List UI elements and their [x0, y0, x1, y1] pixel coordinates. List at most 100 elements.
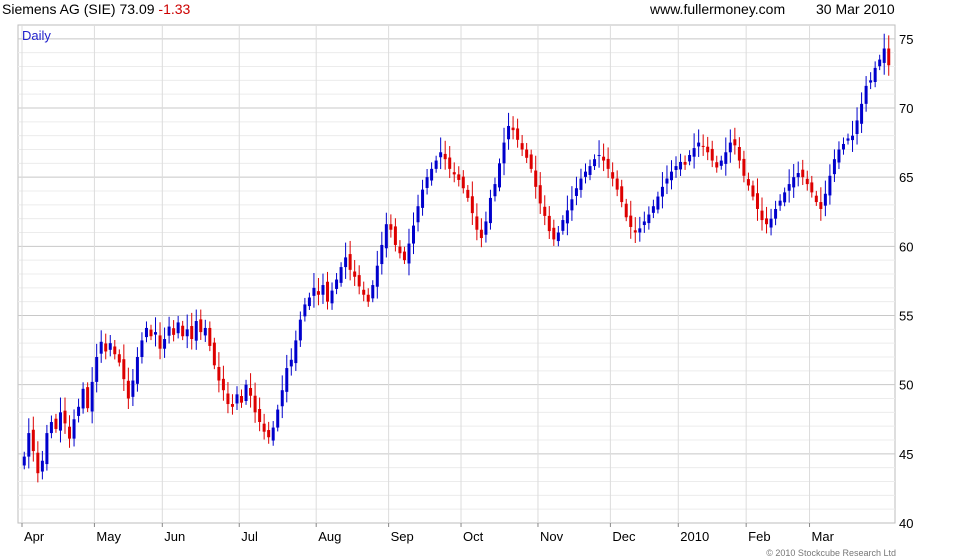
candle-body — [249, 387, 253, 396]
candle-body — [583, 171, 587, 177]
candle-body — [701, 145, 705, 147]
candle-body — [154, 332, 158, 335]
period-label: Daily — [22, 28, 51, 43]
candle-body — [380, 244, 384, 265]
y-tick-label: 40 — [899, 516, 913, 531]
x-tick-label: May — [96, 529, 121, 544]
candle-body — [665, 178, 669, 184]
candle-body — [230, 404, 234, 407]
x-tick-label: Aug — [318, 529, 341, 544]
candle-body — [860, 103, 864, 124]
candle-body — [814, 195, 818, 203]
candle-body — [393, 226, 397, 245]
candle-body — [525, 149, 529, 158]
x-tick-label: Feb — [748, 529, 770, 544]
candle-body — [823, 193, 827, 206]
candle-body — [692, 148, 696, 157]
candle-body — [81, 388, 85, 409]
candle-body — [212, 342, 216, 366]
candle-body — [633, 230, 637, 233]
candle-body — [502, 142, 506, 164]
candle-body — [511, 127, 515, 131]
candle-body — [122, 359, 126, 380]
candle-body — [706, 146, 710, 153]
candle-body — [448, 157, 452, 169]
candle-body — [117, 354, 121, 363]
candle-body — [882, 48, 886, 63]
candle-body — [330, 290, 334, 304]
candle-body — [574, 188, 578, 196]
candle-body — [86, 387, 90, 409]
candle-body — [49, 422, 53, 434]
candle-body — [203, 327, 207, 336]
candle-body — [398, 246, 402, 254]
candle-body — [873, 67, 877, 82]
candle-body — [715, 162, 719, 168]
candle-body — [461, 176, 465, 189]
candle-body — [63, 410, 67, 424]
y-tick-label: 70 — [899, 101, 913, 116]
candle-body — [312, 287, 316, 296]
candle-body — [688, 155, 692, 162]
candle-body — [516, 128, 520, 140]
candle-body — [163, 339, 167, 349]
candle-body — [538, 185, 542, 204]
candle-body — [751, 185, 755, 197]
candle-body — [778, 200, 782, 206]
x-tick-label: Mar — [812, 529, 835, 544]
candle-body — [371, 285, 375, 299]
candle-body — [497, 163, 501, 188]
candle-body — [846, 138, 850, 141]
candle-body — [181, 325, 185, 337]
y-tick-label: 50 — [899, 378, 913, 393]
candle-body — [221, 378, 225, 391]
candle-body — [303, 304, 307, 317]
candle-body — [54, 418, 58, 429]
candle-body — [805, 178, 809, 185]
candle-body — [135, 357, 139, 384]
candle-body — [144, 327, 148, 338]
candle-body — [95, 357, 99, 382]
candle-body — [326, 281, 330, 302]
candle-body — [552, 227, 556, 240]
candle-body — [488, 197, 492, 224]
candle-body — [642, 221, 646, 226]
candle-body — [724, 152, 728, 164]
candle-body — [389, 224, 393, 230]
candle-body — [520, 143, 524, 150]
candle-body — [208, 327, 212, 346]
candle-body — [710, 148, 714, 161]
x-tick-label: 2010 — [680, 529, 709, 544]
candle-body — [742, 158, 746, 176]
candle-body — [832, 159, 836, 175]
candle-body — [669, 171, 673, 181]
candle-body — [172, 328, 176, 335]
x-axis-labels: Apr May Jun Jul Aug Sep Oct Nov Dec 2010 Feb Mar — [24, 529, 835, 544]
candle-body — [529, 154, 533, 169]
candle-body — [556, 232, 560, 242]
candle-body — [683, 161, 687, 165]
candle-body — [176, 322, 180, 334]
candle-body — [679, 161, 683, 170]
candle-body — [316, 291, 320, 295]
candle-body — [597, 155, 601, 157]
x-tick-label: Oct — [463, 529, 484, 544]
candle-body — [267, 430, 271, 438]
candle-body — [602, 156, 606, 161]
candle-body — [375, 265, 379, 287]
candle-body — [452, 172, 456, 175]
candle-body — [185, 329, 189, 337]
candle-body — [307, 297, 311, 307]
candle-body — [674, 166, 678, 170]
candle-body — [344, 257, 348, 268]
candle-body — [366, 294, 370, 302]
candle-body — [593, 159, 597, 167]
candle-body — [99, 341, 103, 354]
candle-body — [280, 390, 284, 407]
candle-body — [258, 409, 262, 423]
candle-body — [421, 189, 425, 208]
x-tick-label: Jun — [164, 529, 185, 544]
candle-body — [226, 393, 230, 405]
candle-body — [407, 243, 411, 264]
candle-body — [561, 220, 565, 231]
